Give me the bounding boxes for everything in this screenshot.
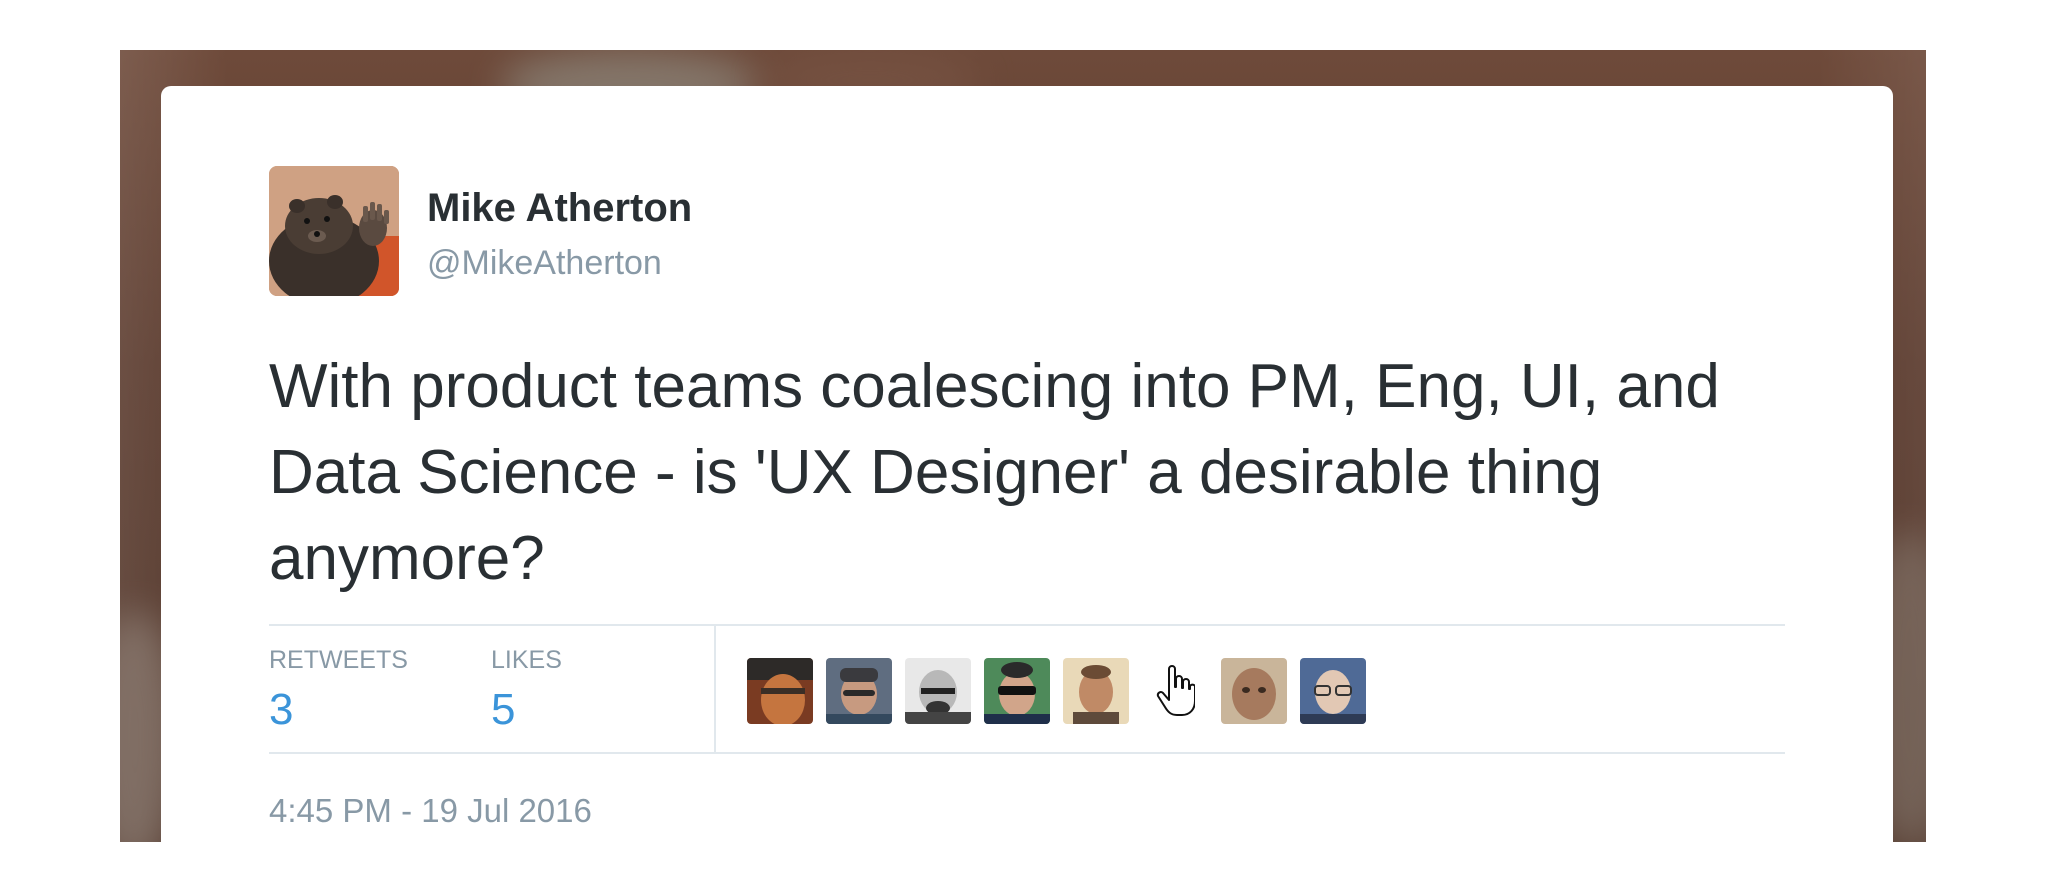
user-avatar-icon <box>984 658 1050 724</box>
likers-avatar-list <box>747 658 1366 724</box>
likes-stat[interactable]: LIKES 5 <box>491 646 562 735</box>
stats-separator <box>714 626 716 752</box>
liker-avatar[interactable] <box>1300 658 1366 724</box>
user-avatar-icon <box>1221 658 1287 724</box>
user-avatar-icon <box>826 658 892 724</box>
divider <box>269 752 1785 754</box>
author-name[interactable]: Mike Atherton <box>427 186 692 231</box>
liker-avatar[interactable] <box>747 658 813 724</box>
liker-avatar[interactable] <box>826 658 892 724</box>
liker-avatar[interactable] <box>905 658 971 724</box>
hand-pointer-icon <box>1142 658 1208 724</box>
user-avatar-icon <box>1063 658 1129 724</box>
likes-count: 5 <box>491 685 516 734</box>
author-avatar[interactable] <box>269 166 399 296</box>
liker-avatar[interactable] <box>1063 658 1129 724</box>
retweets-stat[interactable]: RETWEETS 3 <box>269 646 408 735</box>
divider <box>269 624 1785 626</box>
retweets-label: RETWEETS <box>269 646 408 674</box>
user-avatar-icon <box>1300 658 1366 724</box>
liker-avatar[interactable] <box>1221 658 1287 724</box>
user-avatar-icon <box>747 658 813 724</box>
liker-avatar[interactable] <box>984 658 1050 724</box>
tweet-card: Mike Atherton @MikeAtherton With product… <box>161 86 1893 886</box>
tweet-timestamp[interactable]: 4:45 PM - 19 Jul 2016 <box>269 792 592 830</box>
retweets-count: 3 <box>269 685 294 734</box>
author-handle[interactable]: @MikeAtherton <box>427 244 662 283</box>
animal-avatar-image <box>269 166 399 296</box>
user-avatar-icon <box>905 658 971 724</box>
likes-label: LIKES <box>491 646 562 674</box>
tweet-text: With product teams coalescing into PM, E… <box>269 352 1720 593</box>
